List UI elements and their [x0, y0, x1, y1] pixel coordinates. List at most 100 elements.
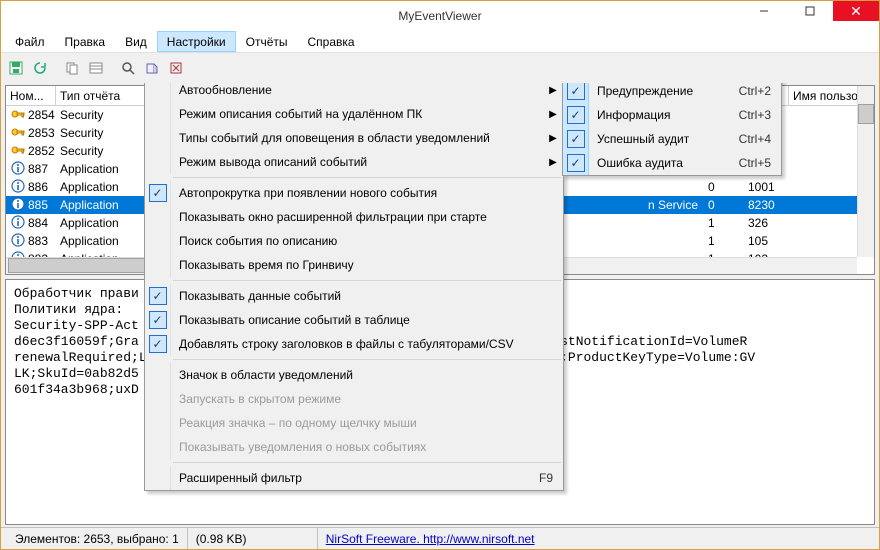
- cell-number: 2854: [28, 108, 55, 122]
- cell-number: 883: [28, 234, 48, 248]
- menu-item[interactable]: ✓Показывать данные событий: [145, 284, 563, 308]
- menu-shortcut: Ctrl+4: [721, 132, 781, 146]
- cell-c4: 1: [704, 215, 744, 231]
- menu-check-gutter: ✓: [563, 103, 589, 127]
- close-button[interactable]: ✕: [833, 1, 879, 21]
- menu-item: Запускать в скрытом режиме: [145, 387, 563, 411]
- submenu-label: Ошибка аудита: [589, 156, 721, 170]
- menu-edit[interactable]: Правка: [55, 31, 116, 52]
- cell-type: Application: [56, 233, 153, 249]
- menu-check-gutter: [145, 253, 171, 277]
- menu-check-gutter: ✓: [563, 127, 589, 151]
- menu-item-label: Показывать время по Гринвичу: [171, 258, 563, 272]
- cell-type: Security: [56, 143, 153, 159]
- menu-item-label: Автопрокрутка при появлении нового событ…: [171, 186, 563, 200]
- cell-c4: 0: [704, 197, 744, 213]
- menu-item[interactable]: Типы событий для оповещения в области ув…: [145, 126, 563, 150]
- menu-check-gutter: ✓: [563, 151, 589, 175]
- refresh-icon[interactable]: [29, 57, 51, 79]
- submenu-label: Информация: [589, 108, 721, 122]
- cell-type: Security: [56, 125, 153, 141]
- maximize-button[interactable]: [787, 1, 833, 21]
- menu-check-gutter: ✓: [145, 308, 171, 332]
- menu-item[interactable]: Показывать время по Гринвичу: [145, 253, 563, 277]
- status-bar: Элементов: 2653, выбрано: 1 (0.98 KB) Ni…: [1, 527, 879, 549]
- menu-check-gutter: [145, 363, 171, 387]
- menu-check-gutter: [145, 466, 171, 490]
- menu-item-label: Показывать уведомления о новых событиях: [171, 440, 563, 454]
- cell-c5: 8230: [744, 197, 789, 213]
- cell-number: 884: [28, 216, 48, 230]
- menu-item-label: Реакция значка – по одному щелчку мыши: [171, 416, 563, 430]
- save-icon[interactable]: [5, 57, 27, 79]
- menu-check-gutter: ✓: [145, 181, 171, 205]
- status-items: Элементов: 2653, выбрано: 1: [7, 528, 188, 549]
- menu-shortcut: Ctrl+3: [721, 108, 781, 122]
- menu-item[interactable]: Показывать окно расширенной фильтрации п…: [145, 205, 563, 229]
- submenu-label: Успешный аудит: [589, 132, 721, 146]
- menu-check-gutter: [145, 229, 171, 253]
- menu-item-label: Режим вывода описаний событий: [171, 155, 543, 169]
- status-link[interactable]: NirSoft Freeware. http://www.nirsoft.net: [318, 532, 535, 546]
- copy-icon[interactable]: [61, 57, 83, 79]
- cell-c5: 326: [744, 215, 789, 231]
- submenu-item[interactable]: ✓Ошибка аудитаCtrl+5: [563, 151, 781, 175]
- menu-check-gutter: [145, 387, 171, 411]
- menu-item[interactable]: Режим вывода описаний событий▶: [145, 150, 563, 174]
- cell-number: 2852: [28, 144, 55, 158]
- menu-item-label: Поиск события по описанию: [171, 234, 563, 248]
- properties-icon[interactable]: [85, 57, 107, 79]
- cell-c5: 105: [744, 233, 789, 249]
- menu-item: Реакция значка – по одному щелчку мыши: [145, 411, 563, 435]
- submenu-item[interactable]: ✓Успешный аудитCtrl+4: [563, 127, 781, 151]
- menu-reports[interactable]: Отчёты: [236, 31, 298, 52]
- menu-item[interactable]: ✓Добавлять строку заголовков в файлы с т…: [145, 332, 563, 356]
- title-bar: MyEventViewer ✕: [1, 1, 879, 31]
- menu-file[interactable]: Файл: [5, 31, 55, 52]
- menu-item[interactable]: Режим описания событий на удалённом ПК▶: [145, 102, 563, 126]
- menu-help[interactable]: Справка: [298, 31, 365, 52]
- submenu-arrow-icon: ▶: [543, 85, 563, 96]
- status-size: (0.98 KB): [188, 528, 318, 549]
- cell-type: Application: [56, 179, 153, 195]
- menu-item-label: Добавлять строку заголовков в файлы с та…: [171, 337, 563, 351]
- menu-check-gutter: [145, 411, 171, 435]
- cell-number: 2853: [28, 126, 55, 140]
- filter-submenu: ✓ОшибкаCtrl+1✓ПредупреждениеCtrl+2✓Инфор…: [562, 83, 782, 176]
- cell-number: 886: [28, 180, 48, 194]
- menu-shortcut: F9: [503, 471, 563, 485]
- menu-item[interactable]: ✓Показывать описание событий в таблице: [145, 308, 563, 332]
- cell-type: Application: [56, 161, 153, 177]
- submenu-arrow-icon: ▶: [543, 157, 563, 168]
- cell-type: Security: [56, 107, 153, 123]
- menu-view[interactable]: Вид: [115, 31, 157, 52]
- table-scroll-v[interactable]: [857, 86, 874, 257]
- window-controls: ✕: [741, 1, 879, 21]
- menu-check-gutter: [145, 83, 171, 102]
- menu-item[interactable]: Расширенный фильтрF9: [145, 466, 563, 490]
- menu-shortcut: Ctrl+2: [721, 84, 781, 98]
- find-icon[interactable]: [117, 57, 139, 79]
- menu-settings[interactable]: Настройки: [157, 31, 236, 52]
- menu-separator: [173, 462, 561, 463]
- col-report-type[interactable]: Тип отчёта: [56, 86, 153, 105]
- options-icon[interactable]: [141, 57, 163, 79]
- submenu-item[interactable]: ✓ИнформацияCtrl+3: [563, 103, 781, 127]
- menu-check-gutter: [145, 102, 171, 126]
- menu-item-label: Показывать данные событий: [171, 289, 563, 303]
- submenu-arrow-icon: ▶: [543, 109, 563, 120]
- menu-item: Показывать уведомления о новых событиях: [145, 435, 563, 459]
- menu-bar: Файл Правка Вид Настройки Отчёты Справка: [1, 31, 879, 53]
- menu-item[interactable]: ✓Автопрокрутка при появлении нового собы…: [145, 181, 563, 205]
- minimize-button[interactable]: [741, 1, 787, 21]
- col-number[interactable]: Ном...: [6, 86, 56, 105]
- submenu-item[interactable]: ✓ПредупреждениеCtrl+2: [563, 83, 781, 103]
- menu-shortcut: Ctrl+5: [721, 156, 781, 170]
- menu-item[interactable]: Значок в области уведомлений: [145, 363, 563, 387]
- cell-c4: 0: [704, 179, 744, 195]
- menu-item[interactable]: Автообновление▶: [145, 83, 563, 102]
- exit-icon[interactable]: [165, 57, 187, 79]
- toolbar: [1, 53, 879, 83]
- menu-separator: [173, 359, 561, 360]
- menu-item[interactable]: Поиск события по описанию: [145, 229, 563, 253]
